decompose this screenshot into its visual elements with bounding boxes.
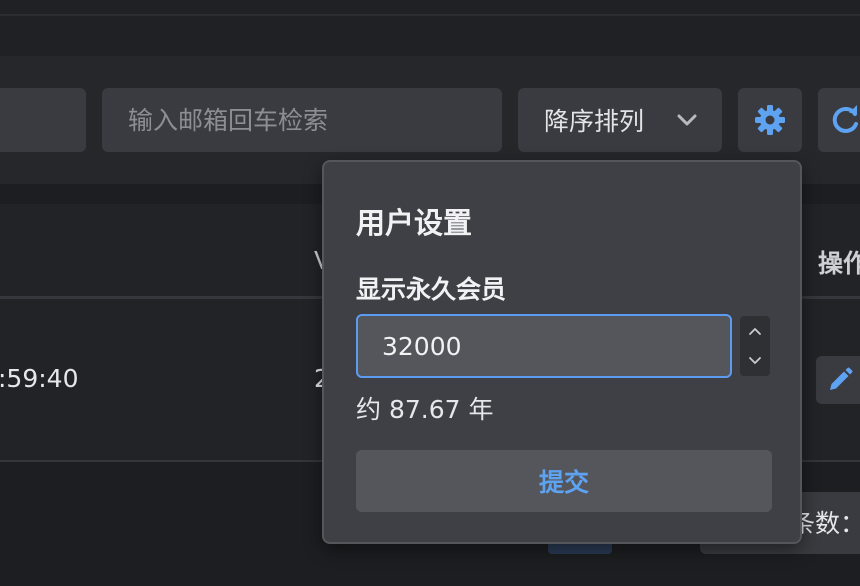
edit-button[interactable] [816, 356, 860, 404]
user-settings-popover: 用户设置 显示永久会员 约 87.67 年 提交 [322, 160, 802, 544]
permanent-member-label: 显示永久会员 [356, 275, 507, 304]
refresh-icon [832, 105, 858, 133]
email-search-input[interactable] [102, 88, 502, 152]
settings-button[interactable] [738, 88, 802, 152]
permanent-member-days-input[interactable] [356, 314, 732, 378]
chevron-down-icon[interactable] [748, 356, 762, 366]
popover-title: 用户设置 [356, 206, 473, 240]
refresh-button[interactable] [818, 88, 860, 152]
table-cell-time: :59:40 [0, 364, 79, 393]
sort-order-label: 降序排列 [544, 107, 645, 136]
column-header-actions: 操作 [818, 249, 860, 278]
top-bar [0, 0, 860, 56]
submit-button[interactable]: 提交 [356, 450, 772, 512]
sort-order-select[interactable]: 降序排列 [518, 88, 722, 152]
gear-icon [755, 105, 785, 135]
filter-input[interactable] [0, 88, 86, 152]
chevron-up-icon[interactable] [748, 326, 762, 336]
chevron-down-icon [677, 114, 697, 126]
top-divider [0, 14, 860, 16]
pencil-icon [830, 367, 853, 390]
number-stepper[interactable] [740, 316, 770, 376]
years-hint: 约 87.67 年 [356, 395, 494, 424]
